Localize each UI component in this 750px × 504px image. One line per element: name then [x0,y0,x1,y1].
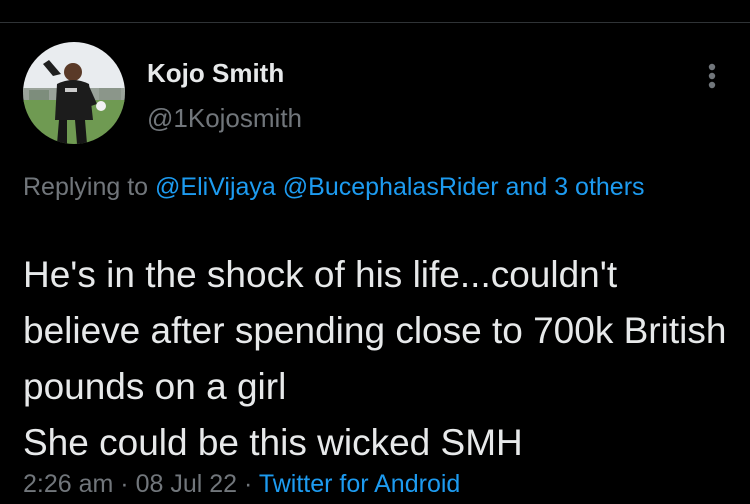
author-handle[interactable]: @1Kojosmith [147,103,302,134]
meta-separator: · [244,470,253,498]
others-link[interactable]: 3 others [554,173,644,201]
top-divider [0,22,750,23]
mention-link[interactable]: @BucephalasRider [283,173,499,201]
profile-photo [23,42,125,144]
avatar[interactable] [23,42,125,144]
tweet-source-link[interactable]: Twitter for Android [259,470,460,498]
mention-link[interactable]: @EliVijaya [155,173,276,201]
tweet-date[interactable]: 08 Jul 22 [136,470,237,498]
meta-separator: · [120,470,129,498]
and-label[interactable]: and [506,173,548,201]
tweet-time[interactable]: 2:26 am [23,470,113,498]
tweet-text: He's in the shock of his life...couldn't… [23,254,727,463]
replying-to-line: Replying to @EliVijaya @BucephalasRider … [23,168,713,206]
replying-to-label: Replying to [23,173,149,201]
more-vertical-icon[interactable] [700,60,724,94]
tweet-meta: 2:26 am · 08 Jul 22 · Twitter for Androi… [23,470,460,499]
author-display-name[interactable]: Kojo Smith [147,58,284,89]
